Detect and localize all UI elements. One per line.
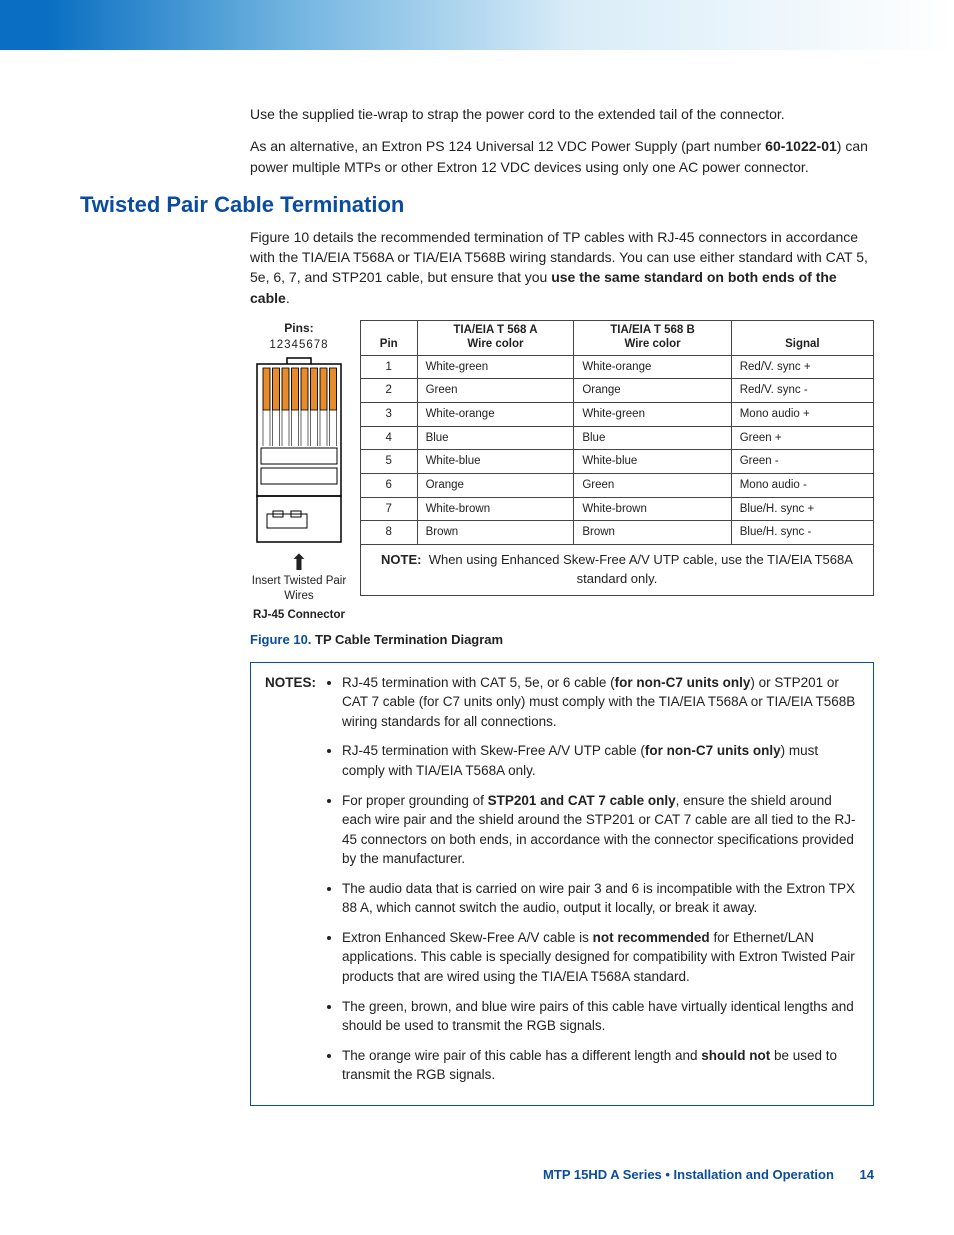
cell-568a: Blue	[417, 426, 574, 450]
figure-caption-text: TP Cable Termination Diagram	[311, 632, 503, 647]
rj45-connector-icon	[253, 356, 345, 546]
table-row: 5White-blueWhite-blueGreen -	[360, 450, 873, 474]
cell-signal: Blue/H. sync -	[731, 521, 873, 545]
table-row: 4BlueBlueGreen +	[360, 426, 873, 450]
col-568a: TIA/EIA T 568 AWire color	[417, 320, 574, 355]
cell-pin: 1	[360, 355, 417, 379]
cell-signal: Green +	[731, 426, 873, 450]
rj45-connector-label: RJ-45 Connector	[250, 608, 348, 623]
cell-pin: 2	[360, 379, 417, 403]
intro-block: Use the supplied tie-wrap to strap the p…	[250, 104, 874, 177]
col-568b: TIA/EIA T 568 BWire color	[574, 320, 731, 355]
cell-signal: Mono audio +	[731, 402, 873, 426]
figure-caption-lead: Figure 10.	[250, 632, 311, 647]
page-content: Use the supplied tie-wrap to strap the p…	[0, 104, 954, 1106]
cell-signal: Red/V. sync +	[731, 355, 873, 379]
insert-wires-label: Insert Twisted Pair Wires	[250, 574, 348, 604]
table-row: 3White-orangeWhite-greenMono audio +	[360, 402, 873, 426]
table-note-lead: NOTE:	[381, 552, 421, 567]
notes-list: RJ-45 termination with CAT 5, 5e, or 6 c…	[324, 673, 859, 1095]
cell-568b: Green	[574, 473, 731, 497]
col-pin: Pin	[360, 320, 417, 355]
cell-568a: Brown	[417, 521, 574, 545]
col-signal: Signal	[731, 320, 873, 355]
cell-pin: 6	[360, 473, 417, 497]
list-item: RJ-45 termination with CAT 5, 5e, or 6 c…	[342, 673, 859, 732]
cell-568b: White-blue	[574, 450, 731, 474]
cell-pin: 4	[360, 426, 417, 450]
cell-568b: White-green	[574, 402, 731, 426]
table-row: 1White-greenWhite-orangeRed/V. sync +	[360, 355, 873, 379]
rj45-diagram: Pins: 12345678	[250, 320, 348, 623]
table-row: 8BrownBrownBlue/H. sync -	[360, 521, 873, 545]
table-note: NOTE: When using Enhanced Skew-Free A/V …	[360, 544, 873, 595]
notes-label: NOTES:	[265, 673, 316, 693]
list-item: RJ-45 termination with Skew-Free A/V UTP…	[342, 741, 859, 780]
cell-568b: White-brown	[574, 497, 731, 521]
section-intro: Figure 10 details the recommended termin…	[250, 227, 874, 308]
header-gradient	[0, 0, 954, 50]
table-row: 6OrangeGreenMono audio -	[360, 473, 873, 497]
cell-pin: 7	[360, 497, 417, 521]
pins-digits: 12345678	[250, 337, 348, 354]
cell-568a: White-green	[417, 355, 574, 379]
figure-10: Pins: 12345678	[250, 320, 874, 650]
part-number: 60-1022-01	[765, 138, 837, 154]
cell-signal: Red/V. sync -	[731, 379, 873, 403]
cell-568b: Blue	[574, 426, 731, 450]
footer-text: MTP 15HD A Series • Installation and Ope…	[543, 1167, 834, 1182]
table-row: 2GreenOrangeRed/V. sync -	[360, 379, 873, 403]
cell-signal: Mono audio -	[731, 473, 873, 497]
pinout-table: Pin TIA/EIA T 568 AWire color TIA/EIA T …	[360, 320, 874, 596]
cell-568a: Orange	[417, 473, 574, 497]
cell-pin: 8	[360, 521, 417, 545]
cell-pin: 3	[360, 402, 417, 426]
cell-568a: Green	[417, 379, 574, 403]
page-number: 14	[860, 1167, 874, 1182]
cell-pin: 5	[360, 450, 417, 474]
cell-signal: Green -	[731, 450, 873, 474]
section-heading: Twisted Pair Cable Termination	[80, 189, 874, 221]
page-footer: MTP 15HD A Series • Installation and Ope…	[0, 1166, 874, 1185]
list-item: The orange wire pair of this cable has a…	[342, 1046, 859, 1085]
intro-p1: Use the supplied tie-wrap to strap the p…	[250, 104, 874, 124]
intro-p2: As an alternative, an Extron PS 124 Univ…	[250, 136, 874, 177]
table-note-text: When using Enhanced Skew-Free A/V UTP ca…	[429, 552, 853, 586]
table-row: 7White-brownWhite-brownBlue/H. sync +	[360, 497, 873, 521]
cell-signal: Blue/H. sync +	[731, 497, 873, 521]
intro-p2a: As an alternative, an Extron PS 124 Univ…	[250, 138, 765, 154]
pinout-table-wrap: Pin TIA/EIA T 568 AWire color TIA/EIA T …	[360, 320, 874, 596]
section-intro-c: .	[286, 290, 290, 306]
cell-568a: White-brown	[417, 497, 574, 521]
list-item: The green, brown, and blue wire pairs of…	[342, 997, 859, 1036]
cell-568a: White-orange	[417, 402, 574, 426]
list-item: Extron Enhanced Skew-Free A/V cable is n…	[342, 928, 859, 987]
list-item: For proper grounding of STP201 and CAT 7…	[342, 791, 859, 869]
cell-568b: White-orange	[574, 355, 731, 379]
figure-caption: Figure 10. TP Cable Termination Diagram	[250, 631, 874, 650]
notes-box: NOTES: RJ-45 termination with CAT 5, 5e,…	[250, 662, 874, 1106]
pins-label: Pins:	[250, 320, 348, 337]
up-arrow-icon: ⬆	[250, 552, 348, 574]
cell-568b: Orange	[574, 379, 731, 403]
list-item: The audio data that is carried on wire p…	[342, 879, 859, 918]
cell-568b: Brown	[574, 521, 731, 545]
cell-568a: White-blue	[417, 450, 574, 474]
